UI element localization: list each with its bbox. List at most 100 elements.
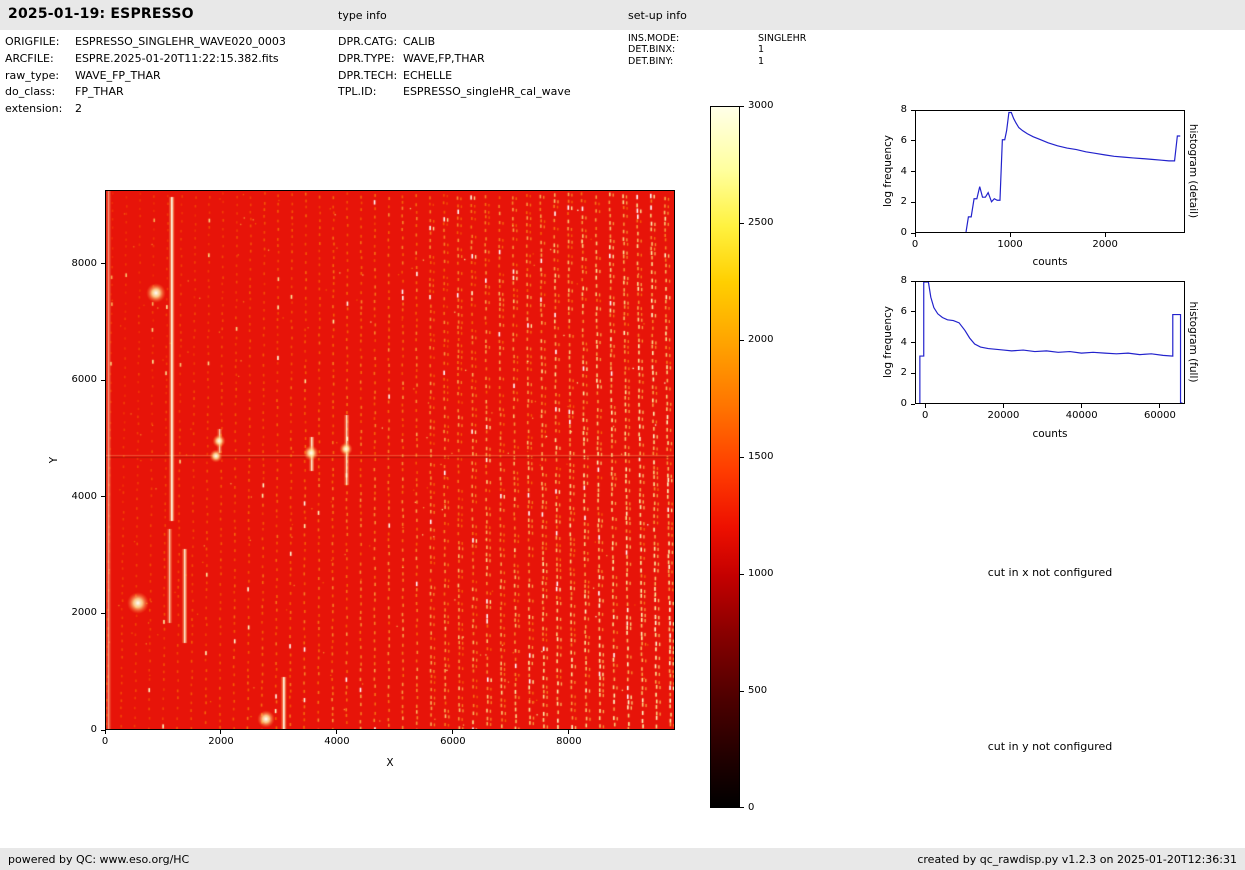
extension-label: extension: <box>5 101 75 118</box>
dprcatg-label: DPR.CATG: <box>338 34 403 51</box>
tick-label: 20000 <box>973 410 1033 422</box>
type-info-heading: type info <box>338 9 387 22</box>
raw-image-plot <box>105 190 675 730</box>
main-yaxis-label: Y <box>46 360 62 560</box>
arcfile-label: ARCFILE: <box>5 51 75 68</box>
footer-bar: powered by QC: www.eso.org/HC created by… <box>0 848 1245 870</box>
insmode-row: INS.MODE:SINGLEHR <box>628 33 806 44</box>
rawtype-row: raw_type:WAVE_FP_THAR <box>5 68 286 85</box>
detbinx-row: DET.BINX:1 <box>628 44 806 55</box>
tick-mark <box>101 263 105 264</box>
tick-mark <box>740 574 744 575</box>
hist-full-xlabel: counts <box>915 428 1185 440</box>
dprtype-row: DPR.TYPE:WAVE,FP,THAR <box>338 51 571 68</box>
tick-label: 6 <box>867 135 907 147</box>
file-info-block: ORIGFILE:ESPRESSO_SINGLEHR_WAVE020_0003 … <box>5 34 286 118</box>
tick-label: 4000 <box>307 736 367 748</box>
dprcatg-row: DPR.CATG:CALIB <box>338 34 571 51</box>
rawtype-value: WAVE_FP_THAR <box>75 69 161 82</box>
tick-mark <box>911 373 915 374</box>
tick-mark <box>911 342 915 343</box>
detbiny-row: DET.BINY:1 <box>628 56 806 67</box>
tick-label: 8000 <box>57 258 97 270</box>
dprcatg-value: CALIB <box>403 35 435 48</box>
tick-mark <box>105 730 106 734</box>
tplid-value: ESPRESSO_singleHR_cal_wave <box>403 85 571 98</box>
detbinx-label: DET.BINX: <box>628 44 758 55</box>
tick-label: 1000 <box>748 568 788 580</box>
dprtech-value: ECHELLE <box>403 69 452 82</box>
tick-mark <box>915 233 916 237</box>
dprtype-value: WAVE,FP,THAR <box>403 52 485 65</box>
main-xaxis-label: X <box>105 757 675 769</box>
dprtype-label: DPR.TYPE: <box>338 51 403 68</box>
tick-mark <box>1105 233 1106 237</box>
footer-left-text: powered by QC: www.eso.org/HC <box>8 853 189 866</box>
tick-label: 0 <box>748 802 788 814</box>
histogram-line <box>966 112 1180 232</box>
insmode-label: INS.MODE: <box>628 33 758 44</box>
tick-mark <box>336 730 337 734</box>
insmode-value: SINGLEHR <box>758 33 806 44</box>
tick-label: 40000 <box>1052 410 1112 422</box>
extension-row: extension:2 <box>5 101 286 118</box>
histogram-detail-panel <box>915 110 1185 233</box>
doclass-label: do_class: <box>5 84 75 101</box>
tick-mark <box>220 730 221 734</box>
tick-mark <box>1081 404 1082 408</box>
tick-label: 6000 <box>57 374 97 386</box>
tick-mark <box>101 730 105 731</box>
origfile-row: ORIGFILE:ESPRESSO_SINGLEHR_WAVE020_0003 <box>5 34 286 51</box>
cut-y-message: cut in y not configured <box>915 740 1185 753</box>
detbiny-label: DET.BINY: <box>628 56 758 67</box>
tick-label: 3000 <box>748 100 788 112</box>
tick-mark <box>1159 404 1160 408</box>
header-bar: 2025-01-19: ESPRESSO type info set-up in… <box>0 0 1245 30</box>
histogram-full-plot <box>916 282 1184 403</box>
tick-label: 2000 <box>748 334 788 346</box>
tick-mark <box>740 807 744 808</box>
tick-mark <box>925 404 926 408</box>
tick-label: 8000 <box>539 736 599 748</box>
tick-label: 2000 <box>57 607 97 619</box>
raw-detector-image <box>106 191 674 729</box>
tick-mark <box>911 202 915 203</box>
tick-label: 6000 <box>423 736 483 748</box>
rawtype-label: raw_type: <box>5 68 75 85</box>
tick-mark <box>740 457 744 458</box>
tick-label: 4 <box>867 337 907 349</box>
detbinx-value: 1 <box>758 44 764 55</box>
qc-report-page: 2025-01-19: ESPRESSO type info set-up in… <box>0 0 1245 870</box>
tick-mark <box>740 223 744 224</box>
tick-mark <box>911 281 915 282</box>
tick-mark <box>740 691 744 692</box>
tick-mark <box>101 380 105 381</box>
tick-label: 8 <box>867 275 907 287</box>
tick-label: 2 <box>867 196 907 208</box>
tick-mark <box>452 730 453 734</box>
type-info-block: DPR.CATG:CALIB DPR.TYPE:WAVE,FP,THAR DPR… <box>338 34 571 101</box>
histogram-full-panel <box>915 281 1185 404</box>
tick-mark <box>911 404 915 405</box>
tick-label: 1500 <box>748 451 788 463</box>
tick-label: 500 <box>748 685 788 697</box>
tick-label: 0 <box>885 239 945 251</box>
origfile-value: ESPRESSO_SINGLEHR_WAVE020_0003 <box>75 35 286 48</box>
dprtech-label: DPR.TECH: <box>338 68 403 85</box>
arcfile-row: ARCFILE:ESPRE.2025-01-20T11:22:15.382.fi… <box>5 51 286 68</box>
histogram-detail-plot <box>916 111 1184 232</box>
tick-label: 8 <box>867 104 907 116</box>
tick-mark <box>911 140 915 141</box>
tplid-row: TPL.ID:ESPRESSO_singleHR_cal_wave <box>338 84 571 101</box>
tplid-label: TPL.ID: <box>338 84 403 101</box>
tick-label: 0 <box>867 227 907 239</box>
dprtech-row: DPR.TECH:ECHELLE <box>338 68 571 85</box>
doclass-row: do_class:FP_THAR <box>5 84 286 101</box>
tick-mark <box>101 613 105 614</box>
tick-label: 4 <box>867 166 907 178</box>
origfile-label: ORIGFILE: <box>5 34 75 51</box>
colorbar <box>710 106 740 808</box>
tick-label: 0 <box>895 410 955 422</box>
hist-detail-xlabel: counts <box>915 256 1185 268</box>
detbiny-value: 1 <box>758 56 764 67</box>
